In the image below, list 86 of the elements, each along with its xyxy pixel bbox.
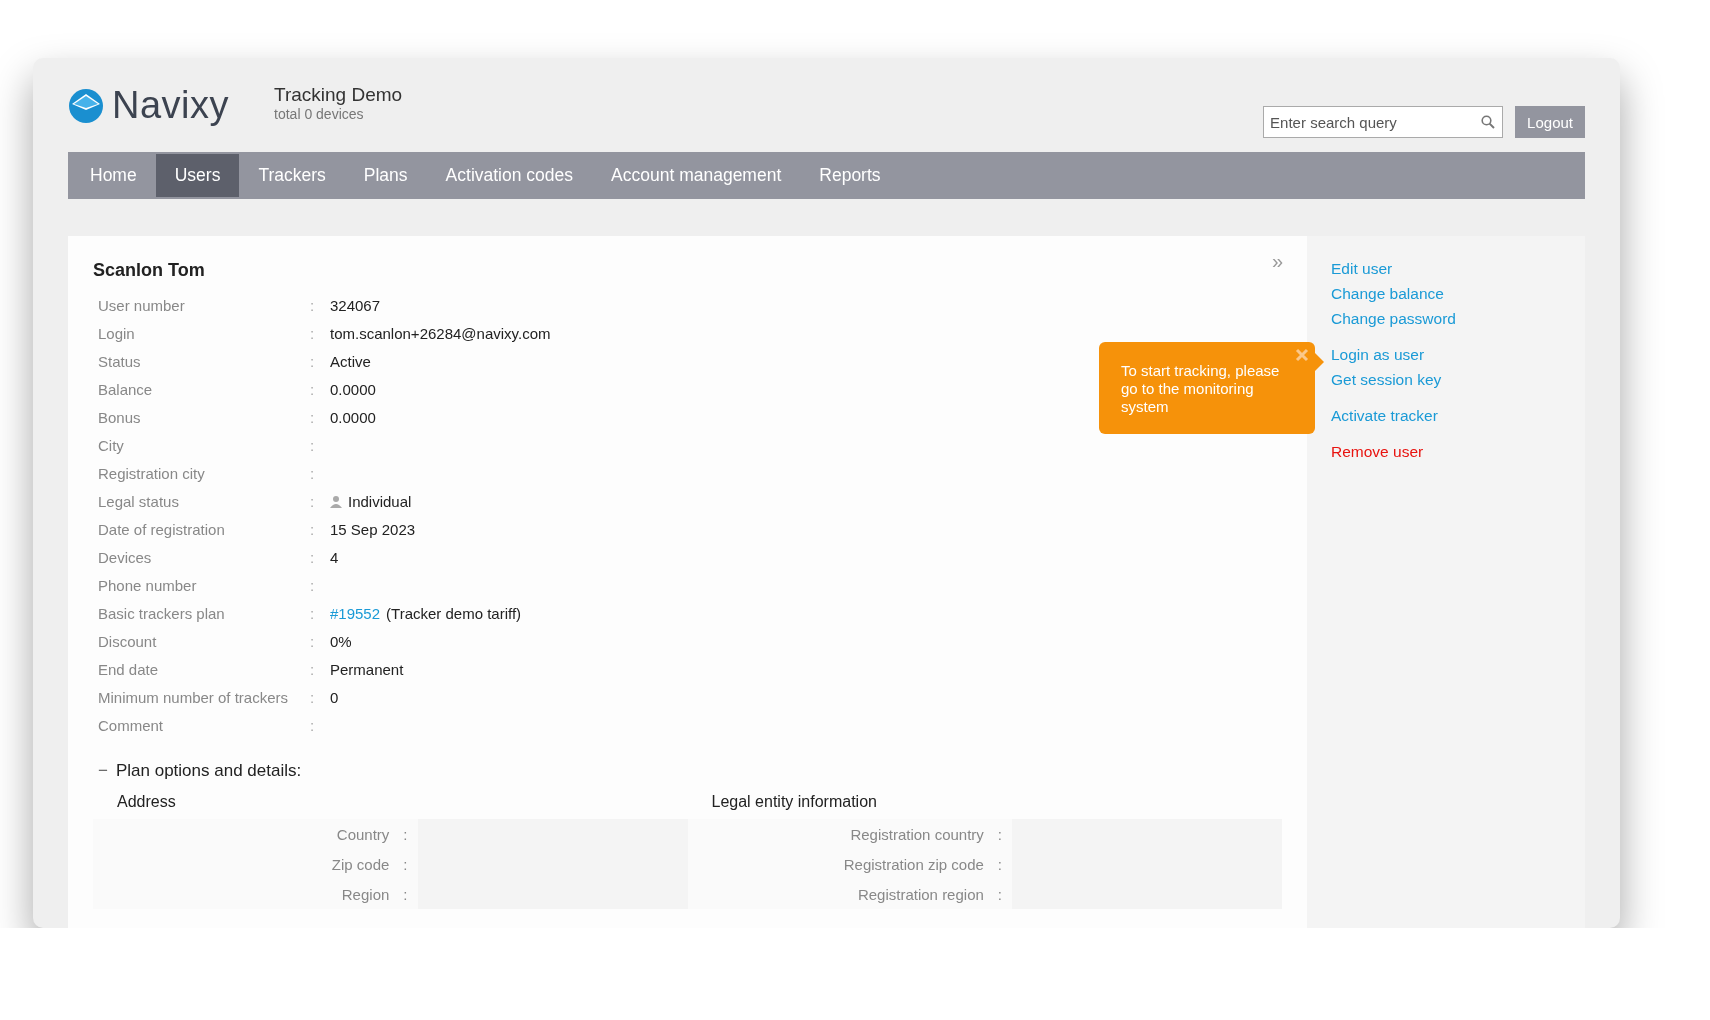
field-label: Phone number xyxy=(98,576,198,594)
field-label: Comment xyxy=(98,716,165,734)
colon: : xyxy=(310,604,316,622)
column-title: Legal entity information xyxy=(710,793,878,812)
field-label: Legal status xyxy=(98,492,180,510)
field-label: Registration city xyxy=(98,464,206,482)
field-value: 0.0000 xyxy=(330,408,376,426)
colon: : xyxy=(310,436,316,454)
colon: : xyxy=(310,520,316,538)
nav-tab[interactable]: Plans xyxy=(344,154,427,197)
field-label: Date of registration xyxy=(98,520,226,538)
tooltip-text: To start tracking, please go to the monitoring system xyxy=(1121,362,1280,415)
colon: : xyxy=(403,825,408,843)
action-link[interactable]: Edit user xyxy=(1331,260,1561,278)
colon: : xyxy=(310,492,316,510)
field-value: Individual xyxy=(348,492,412,510)
action-link[interactable]: Remove user xyxy=(1331,443,1561,461)
field-value: 324067 xyxy=(330,296,381,314)
field-label: Registration country xyxy=(850,825,984,843)
colon: : xyxy=(310,716,316,734)
search-field[interactable]: Enter search query xyxy=(1263,106,1504,138)
search-icon[interactable] xyxy=(1481,115,1496,129)
section-title: Plan options and details: xyxy=(115,761,302,781)
colon: : xyxy=(310,408,316,426)
field-value: 15 Sep 2023 xyxy=(330,520,416,538)
field-label: Discount xyxy=(98,632,158,650)
nav-tab[interactable]: Trackers xyxy=(239,154,345,197)
action-link[interactable]: Change password xyxy=(1331,310,1561,328)
field-label: Devices xyxy=(98,548,153,566)
colon: : xyxy=(310,576,316,594)
field-label: Registration zip code xyxy=(843,855,984,873)
field-value: 0.0000 xyxy=(330,380,376,398)
field-value: tom.scanlon+26284@navixy.com xyxy=(330,324,551,342)
field-label: Country xyxy=(336,825,390,843)
colon: : xyxy=(997,855,1002,873)
field-label: Bonus xyxy=(98,408,142,426)
colon: : xyxy=(310,296,316,314)
logout-button[interactable]: Logout xyxy=(1515,106,1585,138)
field-label: Registration region xyxy=(857,885,984,903)
nav-tab[interactable]: Account management xyxy=(592,154,801,197)
nav-tab[interactable]: Users xyxy=(155,154,240,197)
field-value: (Tracker demo tariff) xyxy=(386,604,522,622)
field-value: 4 xyxy=(330,548,339,566)
collapse-toggle[interactable]: » xyxy=(1271,250,1283,273)
logo-icon xyxy=(68,87,104,124)
field-label: Status xyxy=(98,352,142,370)
page-subtitle: total 0 devices xyxy=(274,106,365,122)
field-label: Minimum number of trackers xyxy=(98,688,290,706)
colon: : xyxy=(310,548,316,566)
field-label: End date xyxy=(98,660,160,678)
colon: : xyxy=(310,352,316,370)
colon: : xyxy=(310,660,316,678)
colon: : xyxy=(310,464,316,482)
brand-name: Navixy xyxy=(112,84,230,127)
colon: : xyxy=(310,632,316,650)
field-value: 0 xyxy=(330,688,339,706)
field-label: Balance xyxy=(98,380,154,398)
colon: : xyxy=(997,825,1002,843)
nav-tab[interactable]: Activation codes xyxy=(426,154,593,197)
action-link[interactable]: Activate tracker xyxy=(1331,407,1561,425)
action-link[interactable]: Get session key xyxy=(1331,371,1561,389)
field-label: User number xyxy=(98,296,186,314)
column-title: Address xyxy=(116,793,177,812)
colon: : xyxy=(403,855,408,873)
collapse-toggle[interactable]: − xyxy=(98,761,108,781)
field-label: Zip code xyxy=(331,855,390,873)
colon: : xyxy=(310,380,316,398)
field-label: Basic trackers plan xyxy=(98,604,226,622)
colon: : xyxy=(403,885,408,903)
field-value: 0% xyxy=(330,632,352,650)
field-label: City xyxy=(98,436,125,454)
action-link[interactable]: Login as user xyxy=(1331,346,1561,364)
colon: : xyxy=(997,885,1002,903)
field-value: Active xyxy=(330,352,371,370)
field-value: Permanent xyxy=(330,660,404,678)
page-title: Tracking Demo xyxy=(274,84,403,106)
plan-link[interactable]: #19552 xyxy=(330,604,381,622)
person-icon xyxy=(330,494,342,508)
colon: : xyxy=(310,324,316,342)
nav-tab[interactable]: Reports xyxy=(800,154,900,197)
action-link[interactable]: Change balance xyxy=(1331,285,1561,303)
nav-tab[interactable]: Home xyxy=(71,154,156,197)
field-label: Login xyxy=(98,324,136,342)
user-name: Scanlon Tom xyxy=(93,260,205,281)
colon: : xyxy=(310,688,316,706)
field-label: Region xyxy=(341,885,390,903)
